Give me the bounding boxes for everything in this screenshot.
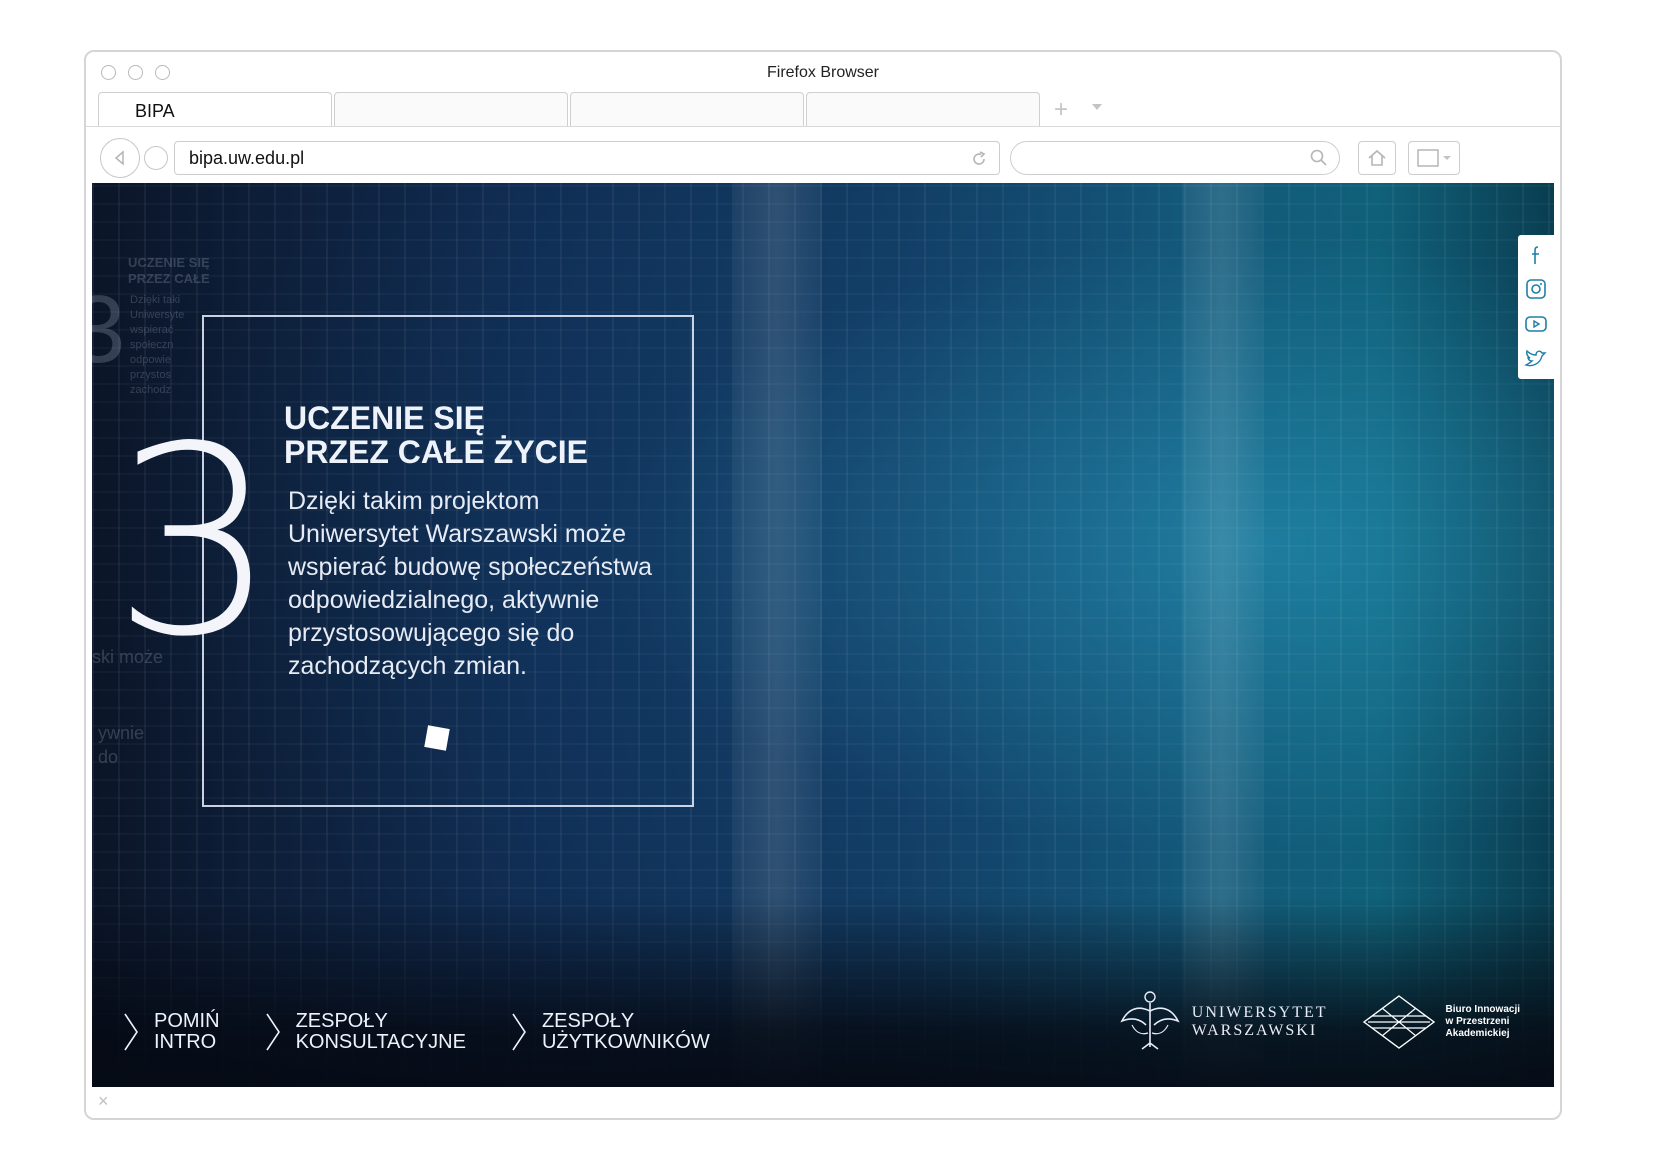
partner-logos: UNIWERSYTET WARSZAWSKI Biuro Innowacji w…	[1118, 987, 1520, 1057]
tab-label: BIPA	[135, 101, 175, 121]
user-teams-link[interactable]: ZESPOŁY UŻYTKOWNIKÓW	[510, 1011, 710, 1053]
ghost-number: 3	[92, 276, 126, 383]
page-viewport: 3 UCZENIE SIĘ PRZEZ CAŁE Dzięki taki Uni…	[92, 183, 1554, 1087]
instagram-icon[interactable]	[1524, 277, 1548, 301]
url-text: bipa.uw.edu.pl	[189, 148, 305, 168]
eagle-emblem-icon	[1120, 991, 1180, 1050]
forward-button[interactable]	[144, 146, 168, 170]
home-button[interactable]	[1358, 141, 1396, 175]
tab-empty-3[interactable]	[806, 92, 1040, 126]
url-bar[interactable]: bipa.uw.edu.pl	[174, 141, 1000, 175]
nav-link-label: ZESPOŁY UŻYTKOWNIKÓW	[541, 1010, 710, 1053]
uw-logo-text: UNIWERSYTET WARSZAWSKI	[1191, 1004, 1328, 1039]
chevron-right-icon	[512, 1013, 526, 1051]
back-arrow-icon	[114, 150, 124, 166]
tab-bar: BIPA	[98, 92, 1042, 126]
uw-logo[interactable]: UNIWERSYTET WARSZAWSKI	[1118, 987, 1328, 1057]
footer-nav: POMIŃ INTRO ZESPOŁY KONSULTACYJNE ZESPOŁ…	[122, 1011, 710, 1053]
nav-link-label: ZESPOŁY KONSULTACYJNE	[295, 1010, 466, 1053]
new-tab-button[interactable]: +	[1054, 96, 1068, 124]
facebook-icon[interactable]	[1524, 243, 1548, 267]
chevron-right-icon	[265, 1013, 280, 1051]
youtube-icon[interactable]	[1524, 312, 1548, 336]
ghost-side-text: ywnie do	[98, 723, 145, 767]
close-findbar-button[interactable]: ×	[98, 1091, 109, 1112]
browser-window: Firefox Browser BIPA + bipa.uw.edu.pl 3 …	[84, 50, 1562, 1120]
biuro-logo-text: Biuro Innowacji w Przestrzeni Akademicki…	[1445, 1004, 1520, 1039]
navigation-bar: bipa.uw.edu.pl	[86, 126, 1560, 183]
reload-icon[interactable]	[969, 149, 989, 169]
ghost-heading: UCZENIE SIĘ PRZEZ CAŁE	[128, 255, 210, 286]
biuro-mark-icon	[1362, 995, 1435, 1049]
window-icon	[1417, 149, 1451, 167]
social-bar	[1518, 235, 1554, 379]
window-title: Firefox Browser	[766, 64, 880, 81]
tab-list-chevron-down-icon[interactable]	[1092, 104, 1102, 110]
slide-heading: UCZENIE SIĘ PRZEZ CAŁE ŻYCIE	[284, 400, 589, 470]
twitter-icon[interactable]	[1524, 347, 1548, 371]
consultation-teams-link[interactable]: ZESPOŁY KONSULTACYJNE	[264, 1011, 466, 1053]
tab-bipa[interactable]: BIPA	[98, 92, 332, 126]
back-button[interactable]	[100, 138, 140, 178]
slide-marker	[424, 725, 450, 751]
slide-body: Dzięki takim projektom Uniwersytet Warsz…	[288, 487, 653, 680]
tab-empty-2[interactable]	[570, 92, 804, 126]
search-input[interactable]	[1010, 141, 1340, 175]
window-menu-button[interactable]	[1408, 141, 1460, 175]
chevron-right-icon	[124, 1013, 138, 1051]
slide-number: 3	[112, 392, 277, 694]
skip-intro-link[interactable]: POMIŃ INTRO	[122, 1011, 220, 1053]
search-icon	[1310, 149, 1327, 166]
biuro-innowacji-logo[interactable]: Biuro Innowacji w Przestrzeni Akademicki…	[1362, 994, 1520, 1050]
nav-link-label: POMIŃ INTRO	[154, 1010, 220, 1053]
tab-empty-1[interactable]	[334, 92, 568, 126]
ghost-body: Dzięki taki Uniwersyte wspierać społeczn…	[130, 294, 185, 396]
home-icon	[1368, 149, 1386, 166]
